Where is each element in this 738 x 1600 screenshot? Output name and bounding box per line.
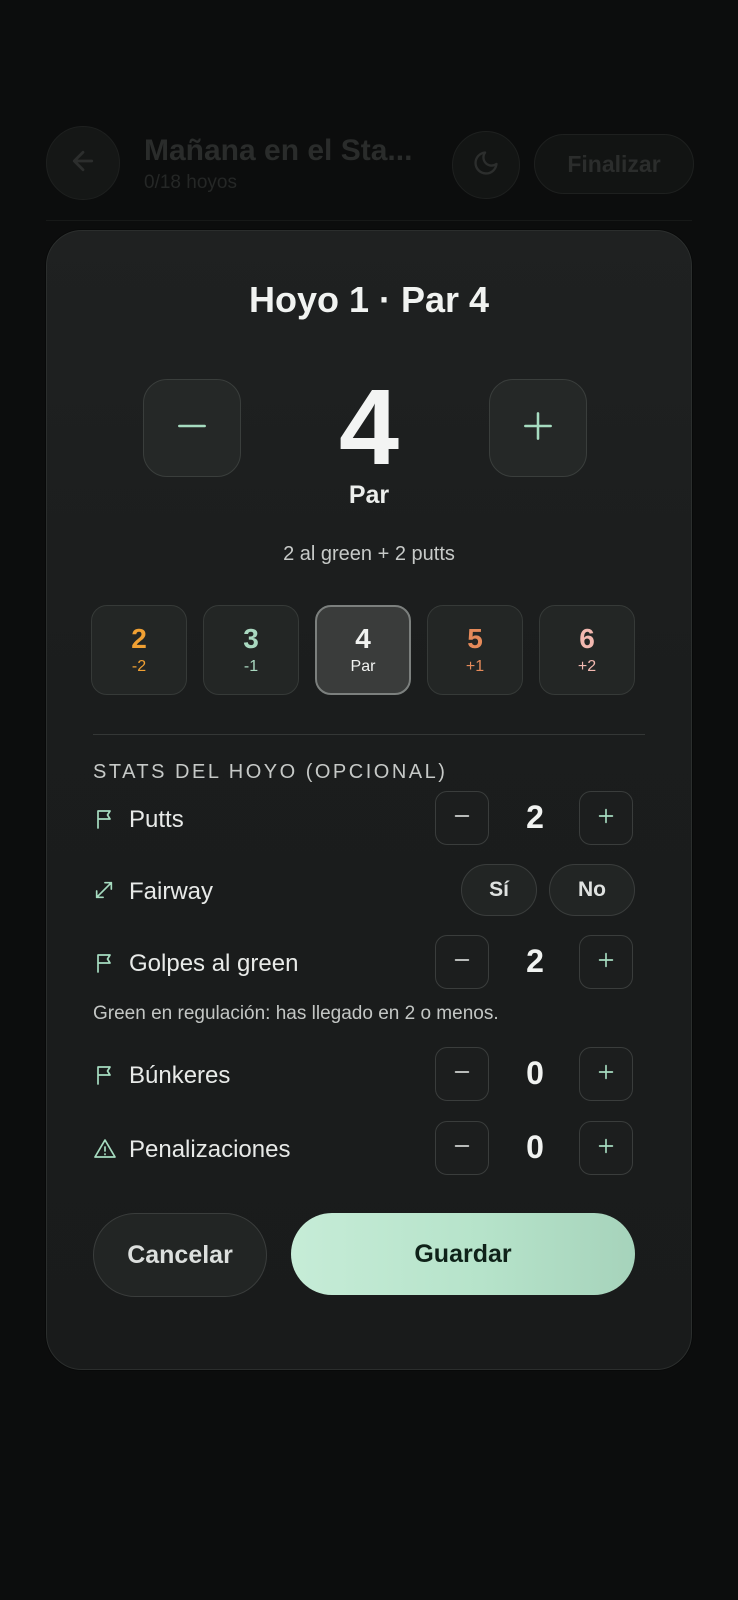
bunkers-increment-button[interactable] xyxy=(579,1047,633,1101)
moon-icon xyxy=(472,149,500,182)
bunkers-label: Búnkeres xyxy=(129,1062,231,1089)
flag-icon xyxy=(93,951,119,977)
holes-progress: 0/18 hoyos xyxy=(144,172,237,193)
back-button[interactable] xyxy=(46,126,120,200)
stats-section-title: STATS DEL HOYO (OPCIONAL) xyxy=(93,761,448,783)
gir-value: 2 xyxy=(526,943,544,979)
chip-delta: Par xyxy=(350,658,376,676)
chip-value: 3 xyxy=(243,622,259,654)
chip-delta: +1 xyxy=(465,658,485,676)
quick-score-chip[interactable]: 5 +1 xyxy=(427,605,523,695)
quick-score-chip[interactable]: 2 -2 xyxy=(91,605,187,695)
minus-icon xyxy=(451,805,473,832)
score-value: 4 xyxy=(338,366,400,487)
fairway-yes-button[interactable]: Sí xyxy=(461,864,537,916)
score-increment-button[interactable] xyxy=(489,379,587,477)
bunkers-decrement-button[interactable] xyxy=(435,1047,489,1101)
putts-increment-button[interactable] xyxy=(579,791,633,845)
minus-icon xyxy=(451,1061,473,1088)
hole-score-modal: Hoyo 1 · Par 4 4 Par 2 al green + 2 putt… xyxy=(46,230,692,1370)
flag-icon xyxy=(93,807,119,833)
round-title: Mañana en el Sta... xyxy=(144,134,413,167)
finish-button[interactable]: Finalizar xyxy=(534,134,694,194)
fairway-row: Fairway xyxy=(93,877,213,907)
score-label: Par xyxy=(348,481,390,509)
gir-label: Golpes al green xyxy=(129,950,299,977)
chip-value: 5 xyxy=(467,622,483,654)
modal-title: Hoyo 1 · Par 4 xyxy=(248,279,490,320)
quick-score-chip-selected[interactable]: 4 Par xyxy=(315,605,411,695)
gir-increment-button[interactable] xyxy=(579,935,633,989)
penalties-row: Penalizaciones xyxy=(93,1135,290,1165)
plus-icon xyxy=(595,949,617,976)
plus-icon xyxy=(519,407,557,450)
quick-score-chip[interactable]: 3 -1 xyxy=(203,605,299,695)
warning-icon xyxy=(93,1137,119,1163)
chip-value: 4 xyxy=(355,622,371,654)
penalties-increment-button[interactable] xyxy=(579,1121,633,1175)
diagonal-arrows-icon xyxy=(93,879,119,905)
background-header: Mañana en el Sta... 0/18 hoyos Finalizar xyxy=(0,0,738,230)
flag-icon xyxy=(93,1063,119,1089)
chip-delta: +2 xyxy=(577,658,597,676)
chip-value: 2 xyxy=(131,622,147,654)
fairway-label: Fairway xyxy=(129,878,214,905)
gir-note: Green en regulación: has llegado en 2 o … xyxy=(93,1003,499,1024)
fairway-no-button[interactable]: No xyxy=(549,864,635,916)
minus-icon xyxy=(451,1135,473,1162)
penalties-value: 0 xyxy=(526,1129,544,1165)
penalties-label: Penalizaciones xyxy=(129,1136,291,1163)
save-button[interactable]: Guardar xyxy=(291,1213,635,1295)
arrow-left-icon xyxy=(68,146,98,181)
penalties-decrement-button[interactable] xyxy=(435,1121,489,1175)
score-breakdown: 2 al green + 2 putts xyxy=(283,543,455,565)
minus-icon xyxy=(451,949,473,976)
gir-row: Golpes al green xyxy=(93,949,298,979)
plus-icon xyxy=(595,1061,617,1088)
plus-icon xyxy=(595,805,617,832)
chip-delta: -1 xyxy=(243,658,259,676)
putts-decrement-button[interactable] xyxy=(435,791,489,845)
quick-score-chip[interactable]: 6 +2 xyxy=(539,605,635,695)
chip-value: 6 xyxy=(579,622,595,654)
plus-icon xyxy=(595,1135,617,1162)
bunkers-row: Búnkeres xyxy=(93,1061,230,1091)
theme-toggle-button[interactable] xyxy=(452,131,520,199)
bunkers-value: 0 xyxy=(526,1055,544,1091)
putts-value: 2 xyxy=(526,799,544,835)
chip-delta: -2 xyxy=(131,658,147,676)
cancel-button[interactable]: Cancelar xyxy=(93,1213,267,1297)
putts-row: Putts xyxy=(93,805,184,835)
putts-label: Putts xyxy=(129,806,184,833)
section-divider xyxy=(93,734,645,735)
gir-decrement-button[interactable] xyxy=(435,935,489,989)
header-divider xyxy=(46,220,692,221)
